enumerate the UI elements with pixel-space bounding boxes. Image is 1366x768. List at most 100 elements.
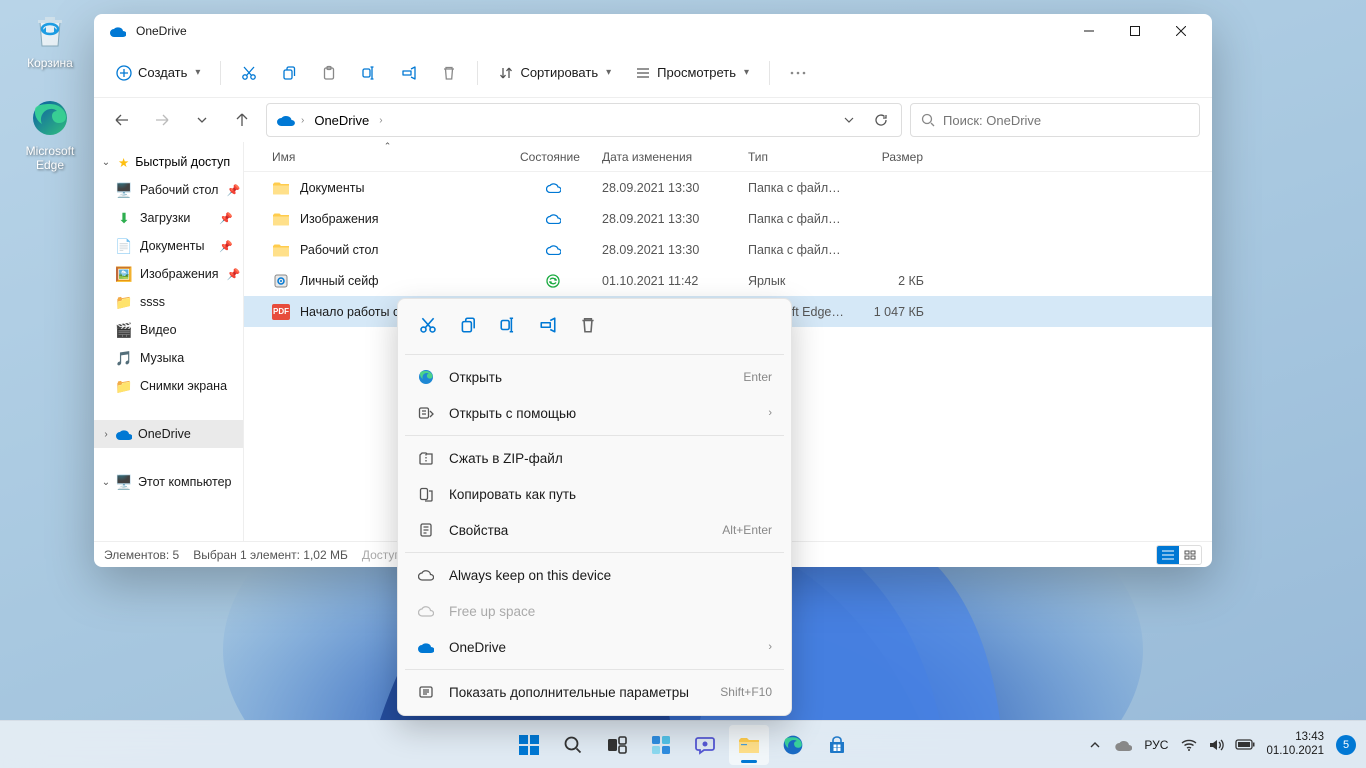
sidebar-item[interactable]: 📁 Снимки экрана bbox=[94, 372, 243, 400]
column-type[interactable]: Тип bbox=[740, 142, 854, 171]
tray-clock[interactable]: 13:43 01.10.2021 bbox=[1260, 731, 1330, 759]
taskbar-search[interactable] bbox=[553, 725, 593, 765]
folder-icon: 🖥️ bbox=[116, 182, 132, 198]
ctx-open-with[interactable]: Открыть с помощью › bbox=[403, 395, 786, 431]
search-input[interactable] bbox=[943, 113, 1189, 128]
cloud-free-icon bbox=[417, 602, 435, 620]
minimize-button[interactable] bbox=[1066, 14, 1112, 48]
sidebar-item-label: Снимки экрана bbox=[140, 379, 227, 393]
sidebar-onedrive[interactable]: › OneDrive bbox=[94, 420, 243, 448]
ctx-always-keep[interactable]: Always keep on this device bbox=[403, 557, 786, 593]
column-size[interactable]: Размер bbox=[854, 142, 932, 171]
folder-icon bbox=[272, 241, 290, 259]
more-button[interactable] bbox=[780, 55, 816, 91]
ctx-onedrive[interactable]: OneDrive › bbox=[403, 629, 786, 665]
tray-notifications-badge[interactable]: 5 bbox=[1336, 735, 1356, 755]
copy-button[interactable] bbox=[271, 55, 307, 91]
tray-wifi[interactable] bbox=[1176, 725, 1202, 765]
rename-button[interactable] bbox=[351, 55, 387, 91]
ctx-copy-path[interactable]: Копировать как путь bbox=[403, 476, 786, 512]
status-count: Элементов: 5 bbox=[104, 548, 179, 562]
sort-icon bbox=[498, 65, 514, 81]
folder-icon: 🎬 bbox=[116, 322, 132, 338]
file-row[interactable]: Личный сейф01.10.2021 11:42Ярлык2 КБ bbox=[244, 265, 1212, 296]
sidebar-item-label: Рабочий стол bbox=[140, 183, 218, 197]
ctx-compress[interactable]: Сжать в ZIP-файл bbox=[403, 440, 786, 476]
address-bar[interactable]: › OneDrive › bbox=[266, 103, 902, 137]
details-view-button[interactable] bbox=[1157, 546, 1179, 564]
sidebar-quick-access[interactable]: ⌄ ★ Быстрый доступ bbox=[94, 148, 243, 176]
system-tray: РУС 13:43 01.10.2021 5 bbox=[1082, 725, 1366, 765]
recent-button[interactable] bbox=[186, 104, 218, 136]
icons-view-button[interactable] bbox=[1179, 546, 1201, 564]
taskbar-taskview[interactable] bbox=[597, 725, 637, 765]
ctx-open[interactable]: Открыть Enter bbox=[403, 359, 786, 395]
column-name[interactable]: ⌃Имя bbox=[264, 142, 512, 171]
forward-button[interactable] bbox=[146, 104, 178, 136]
address-dropdown[interactable] bbox=[835, 106, 863, 134]
plus-circle-icon bbox=[116, 65, 132, 81]
desktop-icon-edge[interactable]: Microsoft Edge bbox=[12, 96, 88, 172]
folder-icon: 📁 bbox=[116, 378, 132, 394]
back-button[interactable] bbox=[106, 104, 138, 136]
column-state[interactable]: Состояние bbox=[512, 142, 594, 171]
sidebar-item[interactable]: 🖼️Изображения📌 bbox=[94, 260, 243, 288]
file-state bbox=[512, 274, 594, 288]
delete-button[interactable] bbox=[431, 55, 467, 91]
taskbar-store[interactable] bbox=[817, 725, 857, 765]
onedrive-icon bbox=[116, 426, 132, 442]
sidebar-item[interactable]: 🎬Видео bbox=[94, 316, 243, 344]
tray-language[interactable]: РУС bbox=[1138, 738, 1174, 752]
sidebar-item[interactable]: ⬇Загрузки📌 bbox=[94, 204, 243, 232]
start-button[interactable] bbox=[509, 725, 549, 765]
file-type: Папка с файлами bbox=[740, 243, 854, 257]
create-button[interactable]: Создать▾ bbox=[106, 55, 210, 91]
ctx-share-button[interactable] bbox=[529, 308, 567, 342]
tray-battery[interactable] bbox=[1232, 725, 1258, 765]
view-toggle bbox=[1156, 545, 1202, 565]
sidebar-item[interactable]: 🖥️Рабочий стол📌 bbox=[94, 176, 243, 204]
share-button[interactable] bbox=[391, 55, 427, 91]
sidebar: ⌄ ★ Быстрый доступ 🖥️Рабочий стол📌⬇Загру… bbox=[94, 142, 244, 541]
tray-volume[interactable] bbox=[1204, 725, 1230, 765]
edge-icon bbox=[28, 96, 72, 140]
sort-button[interactable]: Сортировать▾ bbox=[488, 55, 621, 91]
file-row[interactable]: Документы28.09.2021 13:30Папка с файлами bbox=[244, 172, 1212, 203]
taskbar-chat[interactable] bbox=[685, 725, 725, 765]
tray-chevron[interactable] bbox=[1082, 725, 1108, 765]
ctx-delete-button[interactable] bbox=[569, 308, 607, 342]
column-date[interactable]: Дата изменения bbox=[594, 142, 740, 171]
titlebar[interactable]: OneDrive bbox=[94, 14, 1212, 48]
cut-button[interactable] bbox=[231, 55, 267, 91]
ctx-cut-button[interactable] bbox=[409, 308, 447, 342]
ctx-rename-button[interactable] bbox=[489, 308, 527, 342]
search-box[interactable] bbox=[910, 103, 1200, 137]
up-button[interactable] bbox=[226, 104, 258, 136]
ctx-show-more[interactable]: Показать дополнительные параметры Shift+… bbox=[403, 674, 786, 710]
pdf-icon: PDF bbox=[272, 303, 290, 321]
file-date: 28.09.2021 13:30 bbox=[594, 212, 740, 226]
paste-button[interactable] bbox=[311, 55, 347, 91]
sidebar-item[interactable]: 📄Документы📌 bbox=[94, 232, 243, 260]
tray-onedrive[interactable] bbox=[1110, 725, 1136, 765]
more-options-icon bbox=[417, 683, 435, 701]
close-button[interactable] bbox=[1158, 14, 1204, 48]
ctx-copy-button[interactable] bbox=[449, 308, 487, 342]
sidebar-item[interactable]: 📁ssss bbox=[94, 288, 243, 316]
sidebar-item[interactable]: 🎵Музыка bbox=[94, 344, 243, 372]
file-row[interactable]: Рабочий стол28.09.2021 13:30Папка с файл… bbox=[244, 234, 1212, 265]
file-row[interactable]: Изображения28.09.2021 13:30Папка с файла… bbox=[244, 203, 1212, 234]
taskbar-edge[interactable] bbox=[773, 725, 813, 765]
maximize-button[interactable] bbox=[1112, 14, 1158, 48]
taskbar-explorer[interactable] bbox=[729, 725, 769, 765]
refresh-button[interactable] bbox=[867, 106, 895, 134]
sidebar-this-pc[interactable]: ⌄ 🖥️ Этот компьютер bbox=[94, 468, 243, 496]
taskbar-widgets[interactable] bbox=[641, 725, 681, 765]
breadcrumb-item[interactable]: OneDrive bbox=[310, 109, 373, 132]
ctx-properties[interactable]: Свойства Alt+Enter bbox=[403, 512, 786, 548]
vault-icon bbox=[272, 272, 290, 290]
view-button[interactable]: Просмотреть▾ bbox=[625, 55, 759, 91]
pc-icon: 🖥️ bbox=[116, 474, 132, 490]
sidebar-item-label: ssss bbox=[140, 295, 165, 309]
desktop-icon-recycle-bin[interactable]: Корзина bbox=[12, 8, 88, 70]
